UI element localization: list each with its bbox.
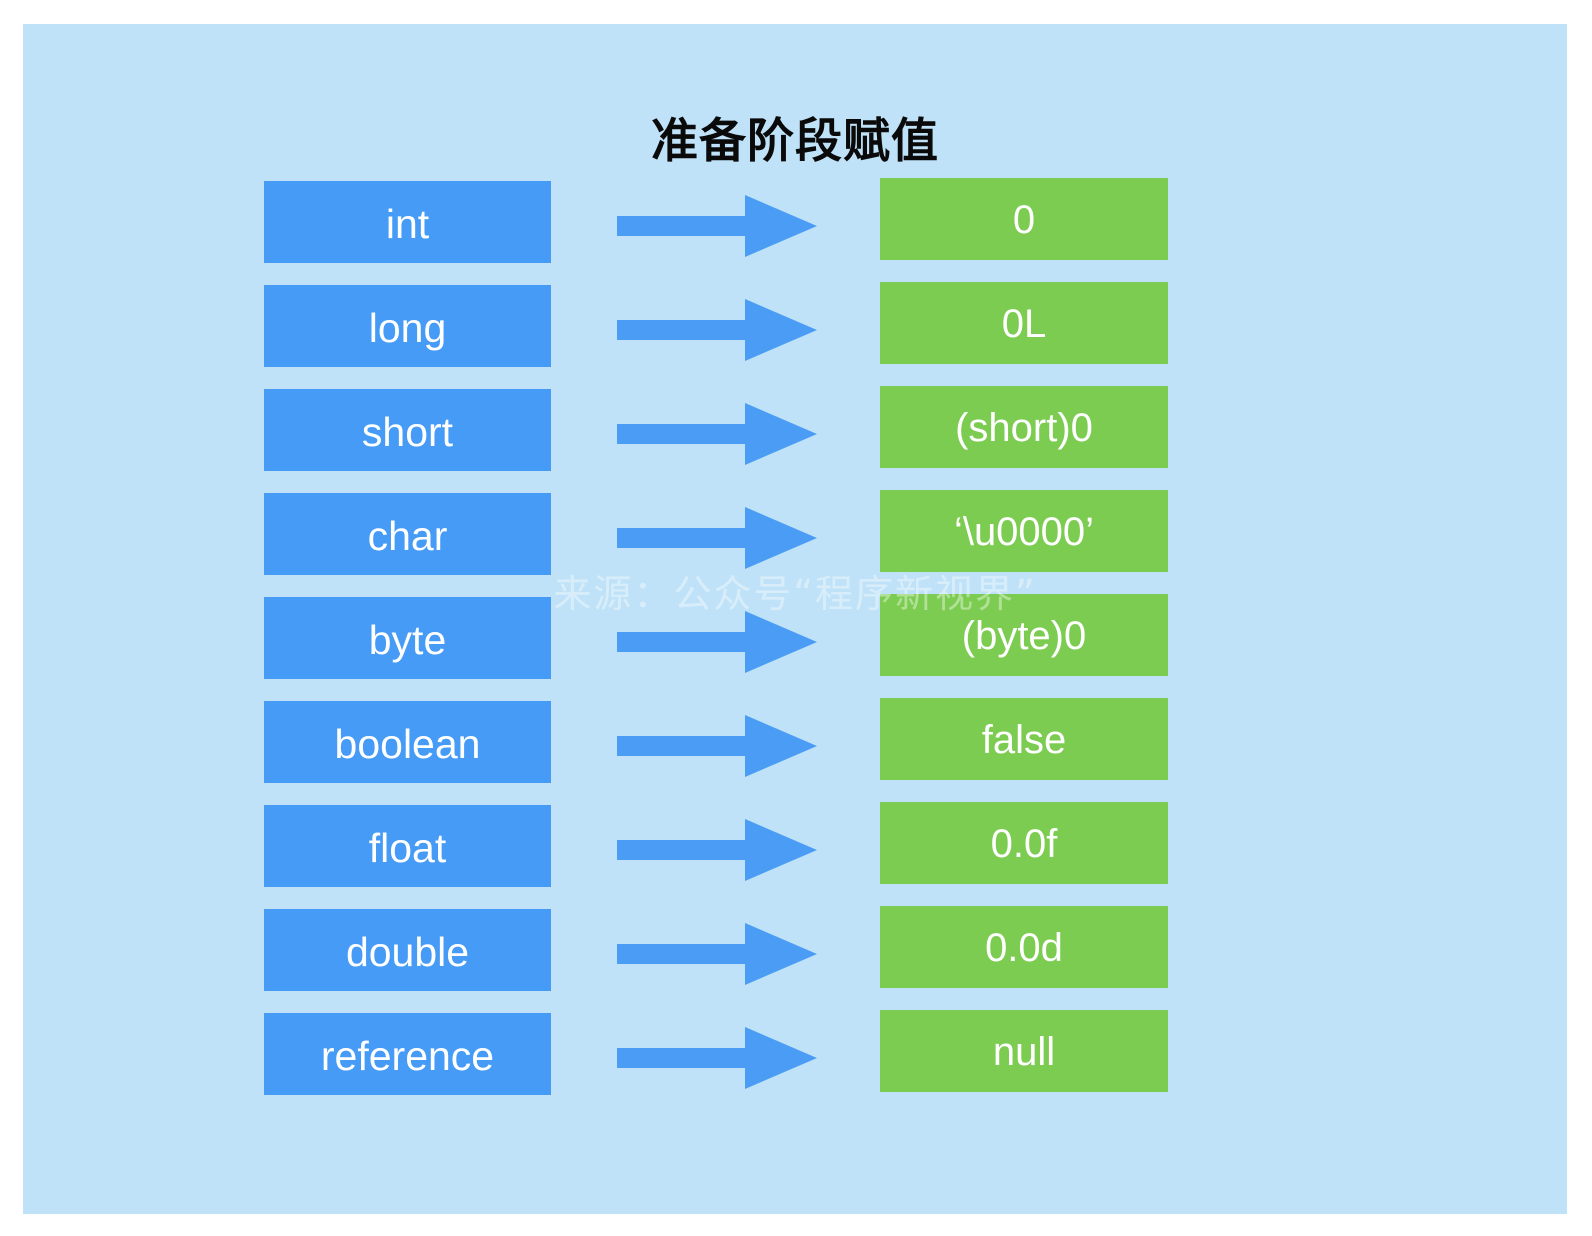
type-box[interactable]: char (264, 493, 551, 575)
type-box[interactable]: int (264, 181, 551, 263)
default-value-box[interactable]: 0.0f (880, 802, 1168, 884)
type-label: char (367, 512, 448, 559)
type-box[interactable]: boolean (264, 701, 551, 783)
default-value-box[interactable]: (short)0 (880, 386, 1168, 468)
type-label: reference (320, 1032, 495, 1079)
default-value-box[interactable]: 0 (880, 178, 1168, 260)
right-arrow-icon (617, 507, 817, 569)
default-value-label: ‘\u0000’ (953, 509, 1095, 554)
default-value-label: (byte)0 (961, 613, 1087, 658)
mapping-row: boolean false (23, 698, 1567, 805)
default-value-label: 0.0d (985, 925, 1063, 970)
mapping-row: int 0 (23, 178, 1567, 285)
default-value-label: 0L (1001, 301, 1047, 346)
type-label: int (385, 200, 430, 247)
default-value-label: 0 (1012, 197, 1036, 242)
type-label: long (368, 304, 447, 351)
type-box[interactable]: float (264, 805, 551, 887)
type-box[interactable]: long (264, 285, 551, 367)
right-arrow-icon (617, 611, 817, 673)
type-label: float (368, 824, 447, 871)
slide-panel: 准备阶段赋值 int 0 long 0L short (short)0 char ‘\u000… (23, 24, 1567, 1214)
right-arrow-icon (617, 299, 817, 361)
diagram-canvas: 准备阶段赋值 int 0 long 0L short (short)0 char ‘\u000… (0, 0, 1592, 1236)
mapping-row: char ‘\u0000’ (23, 490, 1567, 597)
default-value-label: false (981, 717, 1067, 762)
default-value-box[interactable]: (byte)0 (880, 594, 1168, 676)
type-box[interactable]: double (264, 909, 551, 991)
right-arrow-icon (617, 715, 817, 777)
default-value-box[interactable]: 0L (880, 282, 1168, 364)
right-arrow-icon (617, 923, 817, 985)
default-value-box[interactable]: 0.0d (880, 906, 1168, 988)
default-value-label: (short)0 (955, 405, 1093, 450)
mapping-row: float 0.0f (23, 802, 1567, 909)
type-label: double (345, 928, 470, 975)
default-value-label: null (992, 1029, 1056, 1074)
type-box[interactable]: byte (264, 597, 551, 679)
default-value-label: 0.0f (990, 821, 1058, 866)
default-value-box[interactable]: ‘\u0000’ (880, 490, 1168, 572)
right-arrow-icon (617, 1027, 817, 1089)
mapping-row: double 0.0d (23, 906, 1567, 1013)
type-box[interactable]: short (264, 389, 551, 471)
default-value-box[interactable]: null (880, 1010, 1168, 1092)
default-value-box[interactable]: false (880, 698, 1168, 780)
type-label: byte (368, 616, 447, 663)
mapping-row: short (short)0 (23, 386, 1567, 493)
type-box[interactable]: reference (264, 1013, 551, 1095)
right-arrow-icon (617, 195, 817, 257)
right-arrow-icon (617, 819, 817, 881)
mapping-row: byte (byte)0 (23, 594, 1567, 701)
mapping-row: reference null (23, 1010, 1567, 1117)
mapping-row: long 0L (23, 282, 1567, 389)
type-label: short (361, 408, 454, 455)
right-arrow-icon (617, 403, 817, 465)
type-label: boolean (334, 720, 481, 767)
mapping-rows: int 0 long 0L short (short)0 char ‘\u0000’ byte (… (23, 24, 1567, 1214)
